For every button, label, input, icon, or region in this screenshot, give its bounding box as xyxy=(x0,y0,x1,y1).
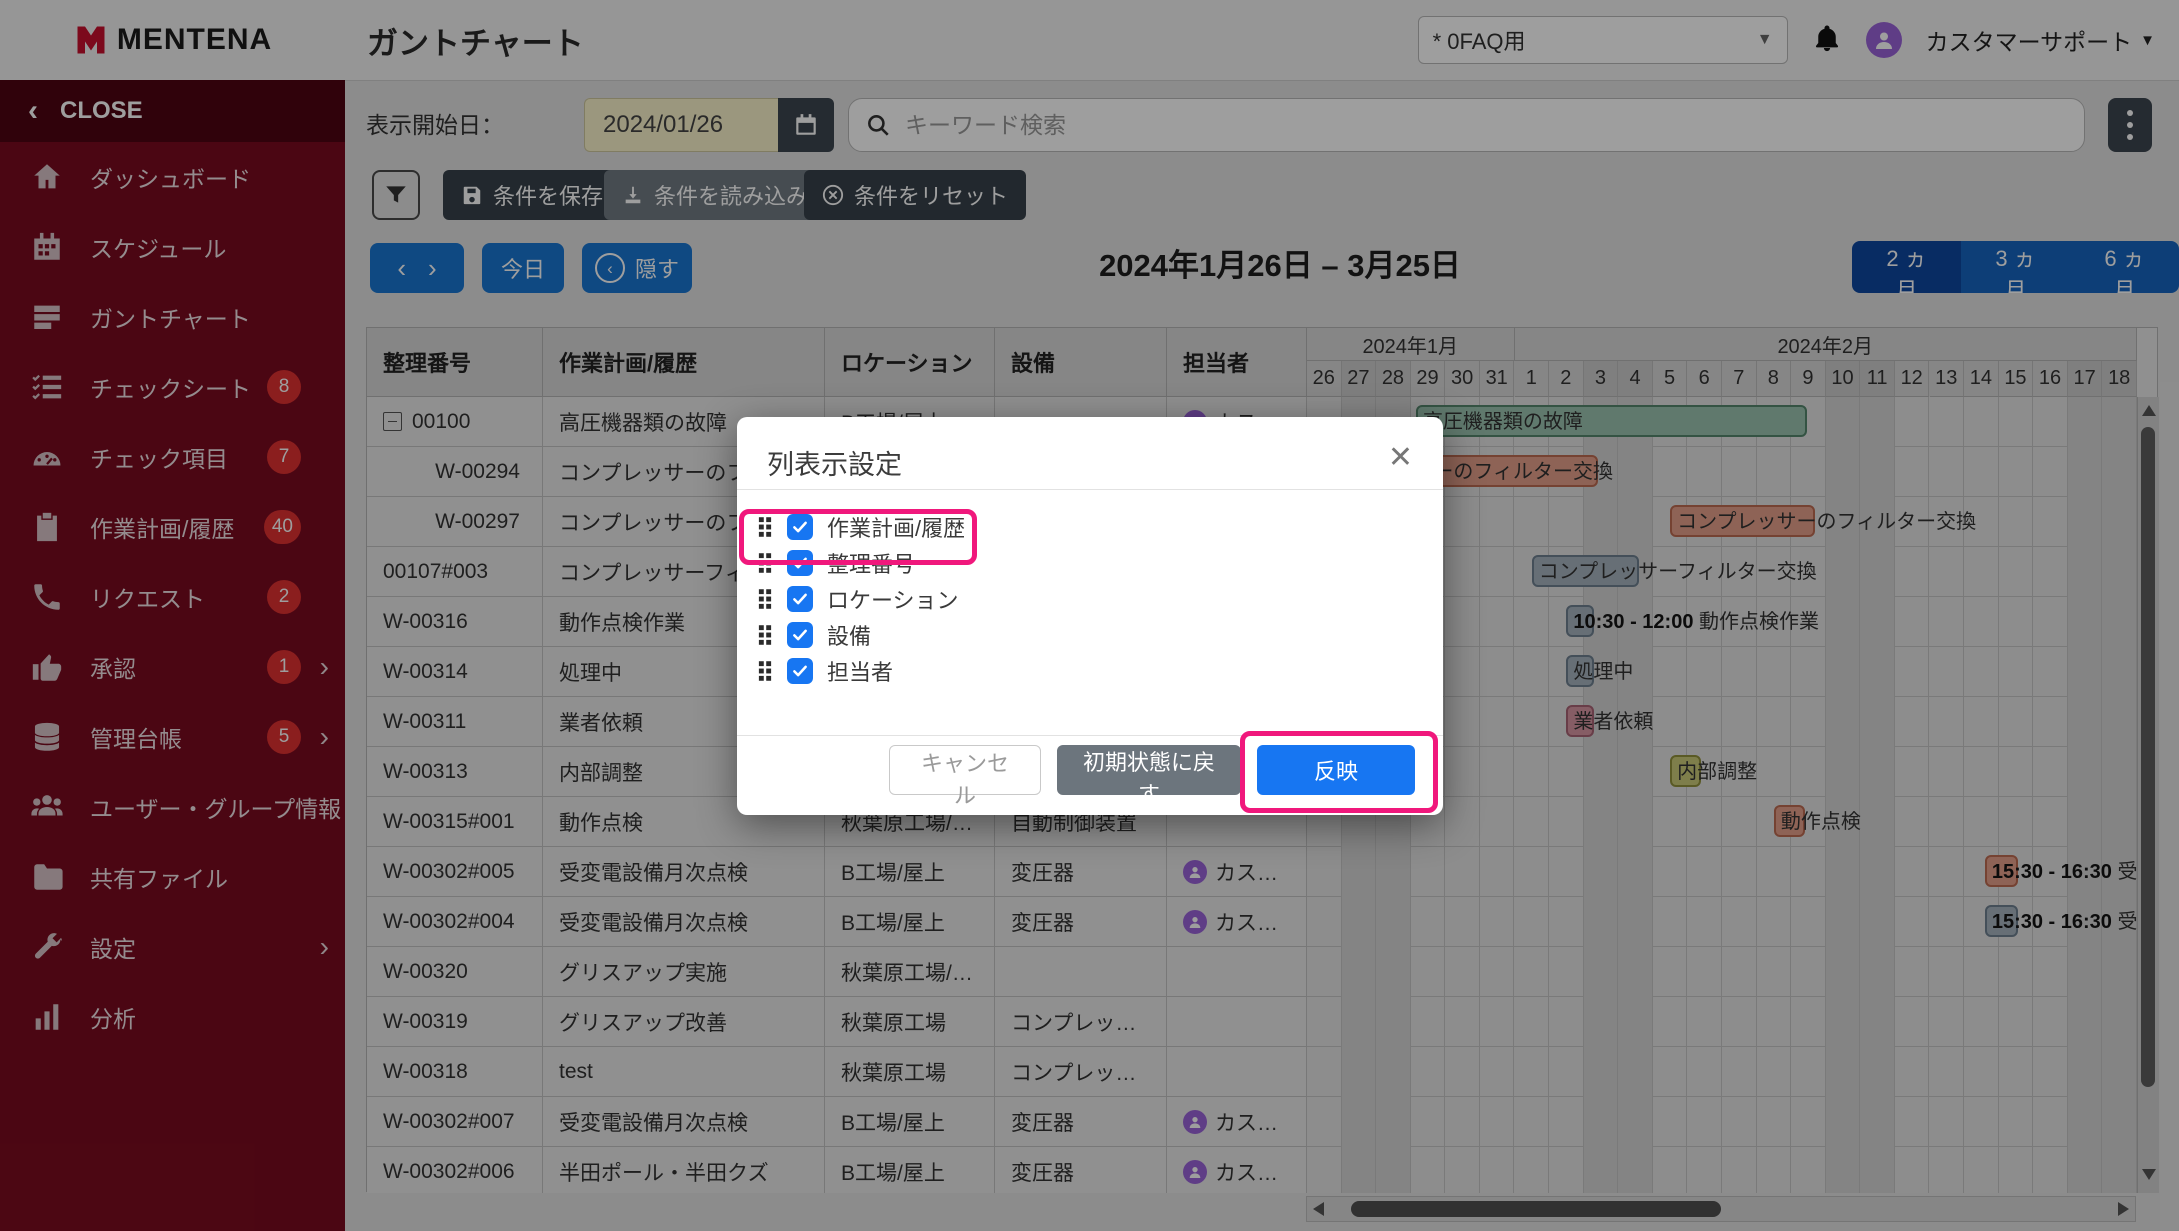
check-icon xyxy=(791,662,809,680)
drag-handle-icon[interactable] xyxy=(757,588,773,610)
column-settings-modal: 列表示設定 ✕ 作業計画/履歴 整理番号 xyxy=(737,417,1443,815)
drag-handle-icon[interactable] xyxy=(757,552,773,574)
apply-button[interactable]: 反映 xyxy=(1257,745,1415,795)
column-toggle-row-3: ロケーション xyxy=(757,585,965,612)
column-toggle-row-1: 作業計画/履歴 xyxy=(757,513,965,540)
check-icon xyxy=(791,518,809,536)
modal-title: 列表示設定 xyxy=(767,443,902,482)
column-toggle-label: ロケーション xyxy=(827,583,959,615)
column-toggle-label: 作業計画/履歴 xyxy=(827,511,965,543)
column-checkbox[interactable] xyxy=(787,514,813,540)
column-checkbox[interactable] xyxy=(787,658,813,684)
column-toggle-row-2: 整理番号 xyxy=(757,549,965,576)
column-checkbox[interactable] xyxy=(787,586,813,612)
divider xyxy=(737,489,1443,490)
column-checkbox[interactable] xyxy=(787,550,813,576)
column-toggle-row-4: 設備 xyxy=(757,621,965,648)
restore-defaults-button[interactable]: 初期状態に戻す xyxy=(1057,745,1241,795)
check-icon xyxy=(791,590,809,608)
column-toggle-row-5: 担当者 xyxy=(757,657,965,684)
divider xyxy=(737,735,1443,736)
drag-handle-icon[interactable] xyxy=(757,660,773,682)
close-icon[interactable]: ✕ xyxy=(1382,439,1419,476)
column-checkbox[interactable] xyxy=(787,622,813,648)
cancel-button[interactable]: キャンセル xyxy=(889,745,1041,795)
drag-handle-icon[interactable] xyxy=(757,516,773,538)
column-toggle-label: 設備 xyxy=(827,619,871,651)
drag-handle-icon[interactable] xyxy=(757,624,773,646)
column-toggle-label: 整理番号 xyxy=(827,547,915,579)
check-icon xyxy=(791,626,809,644)
check-icon xyxy=(791,554,809,572)
column-toggle-label: 担当者 xyxy=(827,655,893,687)
